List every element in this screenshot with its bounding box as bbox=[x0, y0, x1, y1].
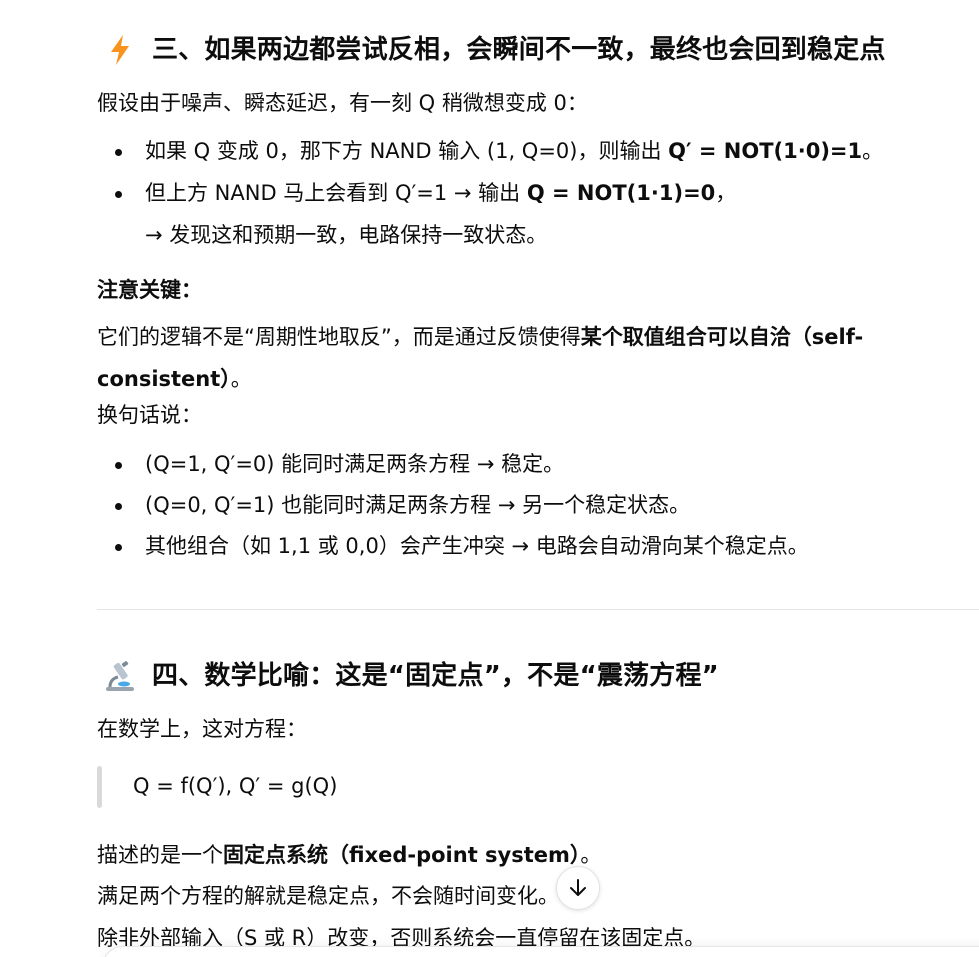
stable-point-line: 满足两个方程的解就是稳定点，不会随时间变化。 bbox=[97, 884, 559, 908]
list-item: 如果 Q 变成 0，那下方 NAND 输入 (1, Q=0)，则输出 Q′ = … bbox=[97, 135, 979, 167]
bullet-list-2: (Q=1, Q′=0) 能同时满足两条方程 → 稳定。 (Q=0, Q′=1) … bbox=[97, 448, 979, 562]
equation-blockquote: Q = f(Q′), Q′ = g(Q) bbox=[97, 766, 338, 808]
bullet-list-1: 如果 Q 变成 0，那下方 NAND 输入 (1, Q=0)，则输出 Q′ = … bbox=[97, 135, 979, 251]
note-paragraph: 它们的逻辑不是“周期性地取反”，而是通过反馈使得某个取值组合可以自洽（self-… bbox=[97, 316, 863, 400]
in-other-words: 换句话说： bbox=[97, 403, 202, 427]
message-composer[interactable] bbox=[102, 946, 979, 957]
note-bold: consistent） bbox=[97, 367, 231, 391]
list-item-bold: Q = NOT(1·1)=0 bbox=[526, 181, 716, 205]
arrow-down-icon bbox=[570, 879, 586, 896]
lightning-icon bbox=[102, 32, 138, 68]
list-item: (Q=0, Q′=1) 也能同时满足两条方程 → 另一个稳定状态。 bbox=[97, 489, 979, 521]
paragraph-intro-3: 假设由于噪声、瞬态延迟，有一刻 Q 稍微想变成 0： bbox=[97, 91, 588, 115]
section-heading-3-text: 三、如果两边都尝试反相，会瞬间不一致，最终也会回到稳定点 bbox=[152, 35, 886, 65]
list-item-text: ， bbox=[715, 181, 737, 205]
list-item-text: 如果 Q 变成 0，那下方 NAND 输入 (1, Q=0)，则输出 bbox=[145, 139, 669, 163]
note-bold: 某个取值组合可以自洽（self- bbox=[580, 325, 864, 349]
note-label: 注意关键： bbox=[97, 274, 202, 306]
list-item-text: 但上方 NAND 马上会看到 Q′=1 → 输出 bbox=[145, 181, 527, 205]
list-item: 其他组合（如 1,1 或 0,0）会产生冲突 → 电路会自动滑向某个稳定点。 bbox=[97, 530, 979, 562]
note-text: 它们的逻辑不是“周期性地取反”，而是通过反馈使得 bbox=[97, 325, 581, 349]
paragraph-text: 描述的是一个 bbox=[97, 843, 223, 867]
list-item: (Q=1, Q′=0) 能同时满足两条方程 → 稳定。 bbox=[97, 448, 979, 480]
equation-text: Q = f(Q′), Q′ = g(Q) bbox=[133, 774, 338, 798]
list-item-bold: Q′ = NOT(1·0)=1 bbox=[668, 139, 863, 163]
list-item: 但上方 NAND 马上会看到 Q′=1 → 输出 Q = NOT(1·1)=0，… bbox=[97, 177, 979, 251]
paragraph-intro-4: 在数学上，这对方程： bbox=[97, 717, 307, 741]
scroll-to-bottom-button[interactable] bbox=[556, 866, 600, 910]
section-heading-4: 四、数学比喻：这是“固定点”，不是“震荡方程” bbox=[102, 658, 719, 694]
note-text: 。 bbox=[230, 367, 252, 391]
section-heading-4-text: 四、数学比喻：这是“固定点”，不是“震荡方程” bbox=[152, 661, 719, 691]
list-item-continuation: → 发现这和预期一致，电路保持一致状态。 bbox=[145, 223, 548, 247]
section-heading-3: 三、如果两边都尝试反相，会瞬间不一致，最终也会回到稳定点 bbox=[102, 32, 886, 68]
microscope-icon bbox=[102, 658, 138, 694]
paragraph-text: 。 bbox=[580, 843, 602, 867]
list-item-text: 。 bbox=[862, 139, 884, 163]
paragraph-bold: 固定点系统（fixed-point system） bbox=[223, 843, 581, 867]
fixed-point-paragraph: 描述的是一个固定点系统（fixed-point system）。 bbox=[97, 839, 601, 871]
note-label-text: 注意关键： bbox=[97, 278, 202, 302]
section-divider bbox=[97, 609, 979, 610]
